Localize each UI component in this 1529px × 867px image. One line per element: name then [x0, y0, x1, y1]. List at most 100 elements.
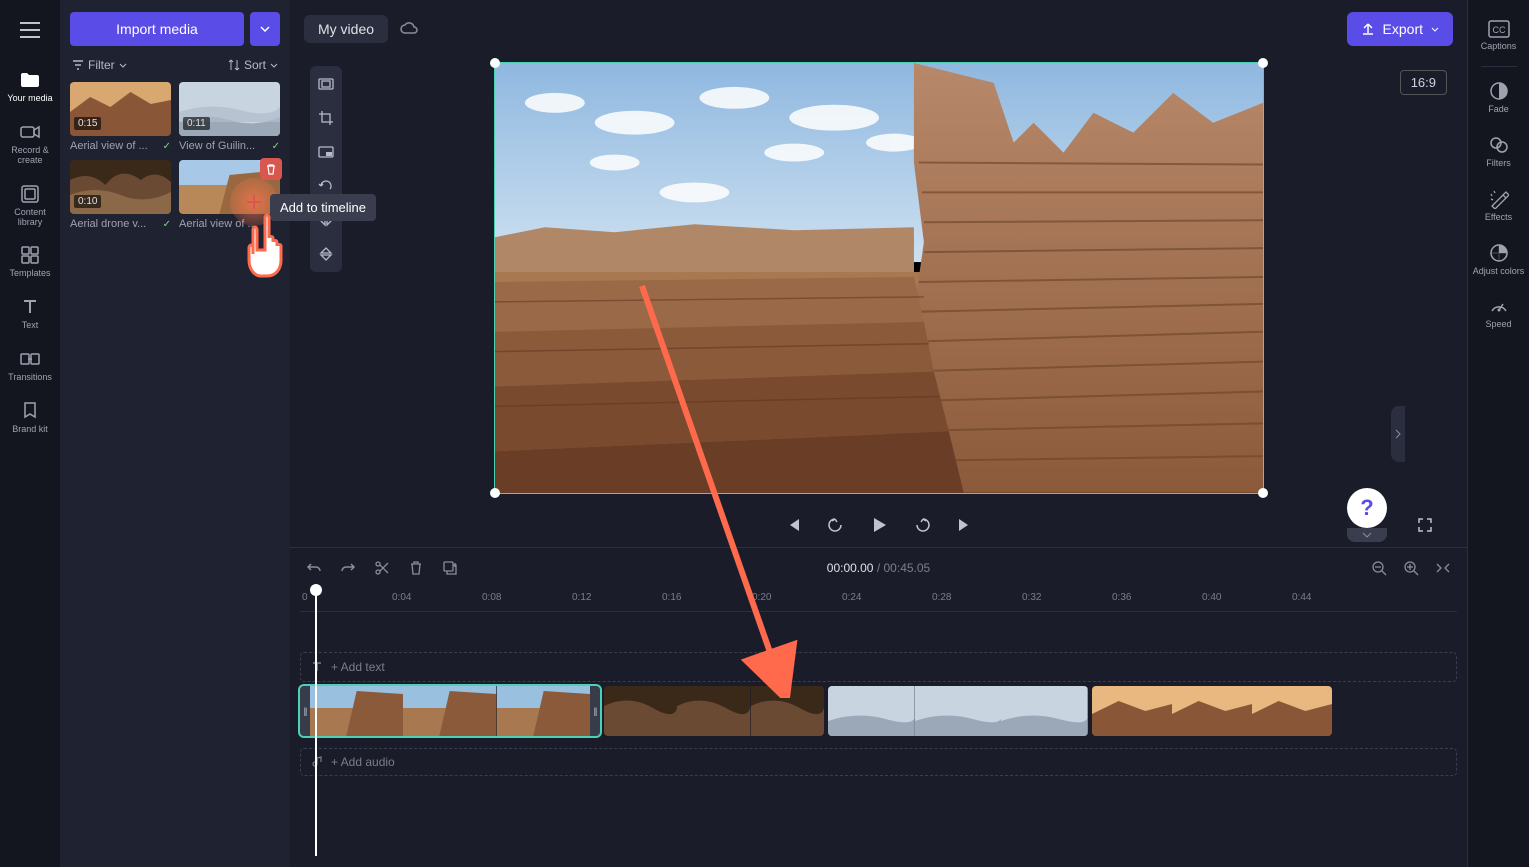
speed-icon — [1489, 296, 1509, 316]
thumbnail-duration: 0:15 — [74, 117, 101, 130]
nav-label: Text — [22, 321, 39, 331]
preview-canvas-wrap — [494, 62, 1264, 494]
rail-label: Effects — [1485, 213, 1512, 223]
help-button[interactable]: ? — [1347, 488, 1387, 528]
clip-frame — [403, 686, 496, 736]
media-thumbnail[interactable]: 0:15 Aerial view of ... ✓ — [70, 82, 171, 152]
check-icon: ✓ — [163, 219, 171, 230]
trash-icon — [265, 163, 277, 175]
help-expand-button[interactable] — [1347, 528, 1387, 542]
timeline-clip[interactable]: || || — [300, 686, 600, 736]
fade-icon — [1489, 81, 1509, 101]
ruler-tick: 0 — [302, 592, 308, 603]
split-button[interactable] — [372, 558, 392, 578]
resize-handle-bl[interactable] — [490, 488, 500, 498]
import-media-dropdown[interactable] — [250, 12, 280, 46]
step-back-button[interactable] — [823, 513, 847, 537]
fit-tool[interactable] — [314, 72, 338, 96]
chevron-down-icon — [260, 26, 270, 32]
filter-button[interactable]: Filter — [72, 58, 127, 72]
zoom-fit-button[interactable] — [1433, 558, 1453, 578]
clip-frame — [677, 686, 750, 736]
total-duration: 00:45.05 — [884, 561, 931, 575]
text-track-placeholder[interactable]: + Add text — [300, 652, 1457, 682]
timeline-clip[interactable] — [1092, 686, 1332, 736]
skip-forward-button[interactable] — [953, 513, 977, 537]
nav-your-media[interactable]: Your media — [0, 62, 60, 114]
timeline-clip[interactable] — [604, 686, 824, 736]
resize-handle-tl[interactable] — [490, 58, 500, 68]
captions-icon: CC — [1488, 20, 1510, 38]
clip-trim-handle-right[interactable]: || — [590, 686, 600, 736]
sort-button[interactable]: Sort — [228, 58, 278, 72]
resize-handle-br[interactable] — [1258, 488, 1268, 498]
aspect-ratio-button[interactable]: 16:9 — [1400, 70, 1447, 95]
ruler-tick: 0:24 — [842, 592, 861, 603]
step-forward-button[interactable] — [911, 513, 935, 537]
captions-button[interactable]: CC Captions — [1468, 10, 1529, 62]
audio-track-placeholder[interactable]: + Add audio — [300, 748, 1457, 776]
ruler-tick: 0:12 — [572, 592, 591, 603]
clip-frame — [1252, 686, 1332, 736]
nav-text[interactable]: Text — [0, 289, 60, 341]
thumbnail-label: Aerial drone v... — [70, 218, 159, 230]
clip-frame — [497, 686, 590, 736]
media-thumbnail[interactable]: 0:10 Aerial drone v... ✓ — [70, 160, 171, 230]
cursor-hand-annotation — [235, 210, 307, 290]
ruler-tick: 0:16 — [662, 592, 681, 603]
media-thumbnail[interactable]: 0:11 View of Guilin... ✓ — [179, 82, 280, 152]
filter-icon — [72, 60, 84, 70]
duplicate-button[interactable] — [440, 558, 460, 578]
nav-transitions[interactable]: Transitions — [0, 341, 60, 393]
rail-label: Speed — [1485, 320, 1511, 330]
crop-tool[interactable] — [314, 106, 338, 130]
delete-media-button[interactable] — [260, 158, 282, 180]
timeline-clip[interactable] — [828, 686, 1088, 736]
current-time: 00:00.00 — [827, 561, 874, 575]
cloud-sync-button[interactable] — [398, 18, 420, 40]
preview-canvas[interactable] — [494, 62, 1264, 494]
pip-tool[interactable] — [314, 140, 338, 164]
fade-button[interactable]: Fade — [1468, 71, 1529, 125]
playhead[interactable] — [310, 584, 322, 596]
fullscreen-button[interactable] — [1413, 513, 1437, 537]
nav-templates[interactable]: Templates — [0, 237, 60, 289]
export-button[interactable]: Export — [1347, 12, 1453, 46]
timeline: 00:00.00 / 00:45.05 0 0:04 0:08 0:12 0:1… — [290, 547, 1467, 867]
nav-label: Content library — [4, 208, 56, 228]
zoom-in-button[interactable] — [1401, 558, 1421, 578]
flip-vertical-tool[interactable] — [314, 242, 338, 266]
resize-handle-tr[interactable] — [1258, 58, 1268, 68]
clip-frame — [604, 686, 677, 736]
nav-brand-kit[interactable]: Brand kit — [0, 393, 60, 445]
delete-clip-button[interactable] — [406, 558, 426, 578]
zoom-out-button[interactable] — [1369, 558, 1389, 578]
undo-button[interactable] — [304, 558, 324, 578]
clip-frame — [751, 686, 824, 736]
project-title[interactable]: My video — [304, 15, 388, 43]
clip-frame — [1092, 686, 1172, 736]
ruler-tick: 0:44 — [1292, 592, 1311, 603]
effects-icon — [1489, 189, 1509, 209]
clip-frame — [1001, 686, 1088, 736]
hamburger-menu-button[interactable] — [8, 8, 52, 52]
nav-record-create[interactable]: Record & create — [0, 114, 60, 176]
check-icon: ✓ — [163, 141, 171, 152]
speed-button[interactable]: Speed — [1468, 286, 1529, 340]
nav-content-library[interactable]: Content library — [0, 176, 60, 238]
clip-trim-handle-left[interactable]: || — [300, 686, 310, 736]
cloud-icon — [399, 21, 419, 37]
play-button[interactable] — [865, 511, 893, 539]
redo-button[interactable] — [338, 558, 358, 578]
rail-label: Captions — [1481, 42, 1517, 52]
collapse-right-panel-button[interactable] — [1391, 406, 1405, 462]
import-media-button[interactable]: Import media — [70, 12, 244, 46]
adjust-colors-button[interactable]: Adjust colors — [1468, 233, 1529, 287]
effects-button[interactable]: Effects — [1468, 179, 1529, 233]
filters-button[interactable]: Filters — [1468, 125, 1529, 179]
rail-label: Adjust colors — [1473, 267, 1525, 277]
filters-icon — [1489, 135, 1509, 155]
skip-back-button[interactable] — [781, 513, 805, 537]
library-icon — [20, 184, 40, 204]
timeline-ruler[interactable]: 0 0:04 0:08 0:12 0:16 0:20 0:24 0:28 0:3… — [300, 588, 1457, 612]
